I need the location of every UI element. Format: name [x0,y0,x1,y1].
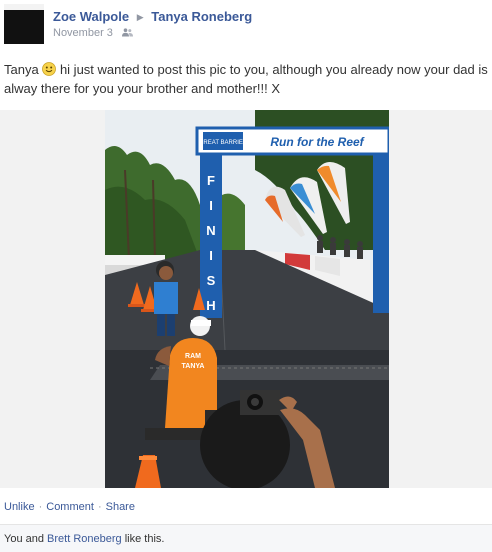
author-name[interactable]: Zoe Walpole [53,9,129,24]
post-actions: Unlike · Comment · Share [4,501,135,513]
svg-text:N: N [206,223,215,238]
message-body: hi just wanted to post this pic to you, … [4,62,488,96]
arch-banner-text: Run for the Reef [270,135,364,149]
arrow-right-icon: ▶ [136,12,144,22]
avatar[interactable] [4,4,44,44]
post-date[interactable]: November 3 [53,27,113,39]
svg-text:F: F [207,173,215,188]
friends-icon[interactable] [121,28,133,40]
svg-text:I: I [209,248,213,263]
likes-bar: You and Brett Roneberg like this. [0,524,492,552]
feed-post: Zoe Walpole ▶ Tanya Roneberg November 3 … [0,0,492,552]
unlike-link[interactable]: Unlike [4,501,35,513]
post-meta: November 3 [53,27,133,40]
svg-text:H: H [206,298,215,313]
message-name: Tanya [4,62,39,77]
svg-text:I: I [209,198,213,213]
post-message: Tanya hi just wanted to post this pic to… [4,60,488,98]
race-finish-photo[interactable]: F I N I S H GREAT BARRIER Run for the Re… [105,110,389,488]
shirt-line-2: TANYA [182,363,205,370]
likes-and: and [25,533,44,545]
photo-frame: F I N I S H GREAT BARRIER Run for the Re… [0,110,492,488]
likes-you: You [4,533,23,545]
comment-link[interactable]: Comment [46,501,94,513]
shirt-line-1: RAM [185,353,201,360]
share-link[interactable]: Share [106,501,135,513]
svg-text:S: S [207,273,216,288]
separator: · [97,501,102,513]
svg-text:GREAT BARRIER: GREAT BARRIER [199,140,248,146]
likes-suffix: like this. [124,533,165,545]
post-header: Zoe Walpole ▶ Tanya Roneberg November 3 [4,4,488,44]
target-name[interactable]: Tanya Roneberg [151,9,252,24]
smiley-icon [42,62,57,76]
separator: · [38,501,43,513]
liker-name[interactable]: Brett Roneberg [47,533,122,545]
post-author-line: Zoe Walpole ▶ Tanya Roneberg [53,9,252,24]
